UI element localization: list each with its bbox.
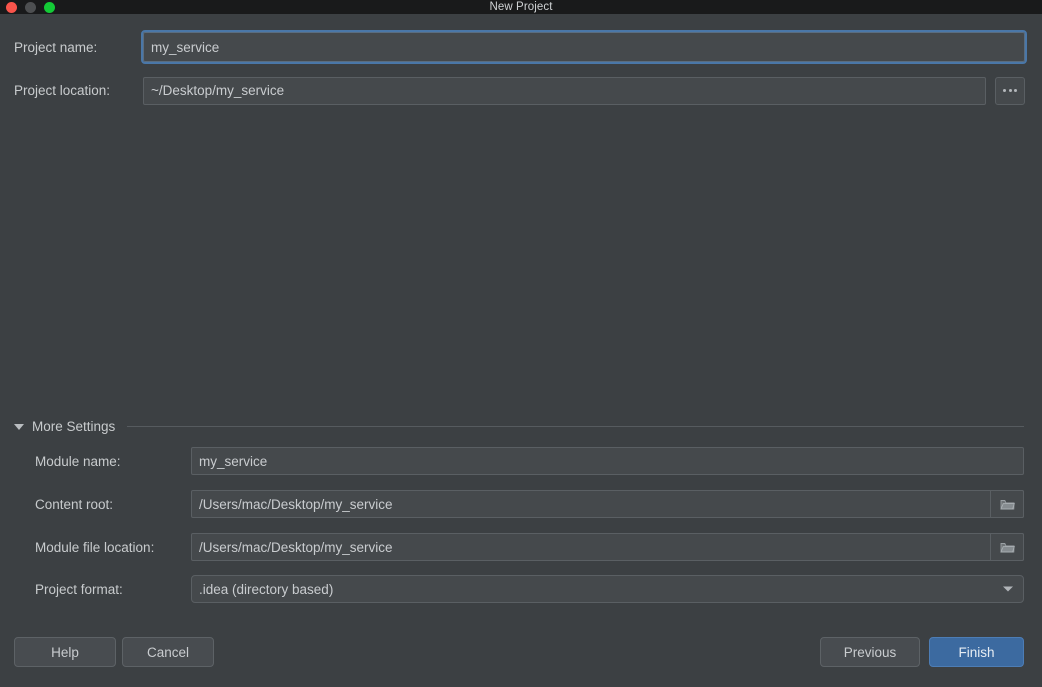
more-settings-label: More Settings <box>32 418 116 434</box>
cancel-button[interactable]: Cancel <box>122 637 214 667</box>
module-file-location-row: Module file location: /Users/mac/Desktop… <box>0 533 1024 561</box>
maximize-window-button[interactable] <box>44 1 55 13</box>
content-root-input[interactable]: /Users/mac/Desktop/my_service <box>191 490 1024 518</box>
project-format-label: Project format: <box>35 581 123 597</box>
new-project-dialog: New Project Project name: my_service Pro… <box>0 0 1042 687</box>
chevron-down-icon <box>14 423 24 430</box>
module-name-label: Module name: <box>35 453 121 469</box>
previous-button[interactable]: Previous <box>820 637 920 667</box>
module-name-input[interactable]: my_service <box>191 447 1024 475</box>
project-name-input[interactable]: my_service <box>141 30 1027 64</box>
section-divider <box>127 425 1024 427</box>
ellipsis-icon <box>1003 89 1017 92</box>
module-file-location-value: /Users/mac/Desktop/my_service <box>199 539 393 555</box>
folder-icon <box>999 541 1015 554</box>
project-location-label: Project location: <box>14 83 111 98</box>
help-button[interactable]: Help <box>14 637 116 667</box>
window-controls <box>6 0 55 14</box>
project-location-browse-button[interactable] <box>995 76 1025 105</box>
module-name-value: my_service <box>199 453 268 469</box>
minimize-window-button[interactable] <box>25 1 36 13</box>
content-root-row: Content root: /Users/mac/Desktop/my_serv… <box>0 490 1024 518</box>
project-name-value: my_service <box>151 39 220 55</box>
finish-button-label: Finish <box>958 644 995 660</box>
project-location-row: Project location: ~/Desktop/my_service <box>14 76 1028 105</box>
module-name-row: Module name: my_service <box>0 447 1024 475</box>
content-root-value: /Users/mac/Desktop/my_service <box>199 496 393 512</box>
window-titlebar: New Project <box>0 0 1042 14</box>
project-location-value: ~/Desktop/my_service <box>151 83 285 98</box>
previous-button-label: Previous <box>843 644 897 660</box>
project-location-input[interactable]: ~/Desktop/my_service <box>143 76 986 105</box>
window-title: New Project <box>489 1 553 13</box>
module-file-location-browse-button[interactable] <box>990 533 1024 561</box>
close-window-button[interactable] <box>6 1 17 13</box>
module-file-location-label: Module file location: <box>35 539 155 555</box>
content-root-label: Content root: <box>35 496 114 512</box>
more-settings-header[interactable]: More Settings <box>14 415 1024 437</box>
project-format-value: .idea (directory based) <box>199 581 334 597</box>
finish-button[interactable]: Finish <box>929 637 1024 667</box>
project-format-select[interactable]: .idea (directory based) <box>191 575 1024 603</box>
module-file-location-input[interactable]: /Users/mac/Desktop/my_service <box>191 533 1024 561</box>
cancel-button-label: Cancel <box>146 644 190 660</box>
project-name-row: Project name: my_service <box>14 30 1028 64</box>
project-name-label: Project name: <box>14 39 98 55</box>
chevron-down-icon <box>1003 586 1013 592</box>
help-button-label: Help <box>51 644 79 660</box>
folder-icon <box>999 498 1015 511</box>
project-format-row: Project format: .idea (directory based) <box>0 575 1024 603</box>
content-root-browse-button[interactable] <box>990 490 1024 518</box>
